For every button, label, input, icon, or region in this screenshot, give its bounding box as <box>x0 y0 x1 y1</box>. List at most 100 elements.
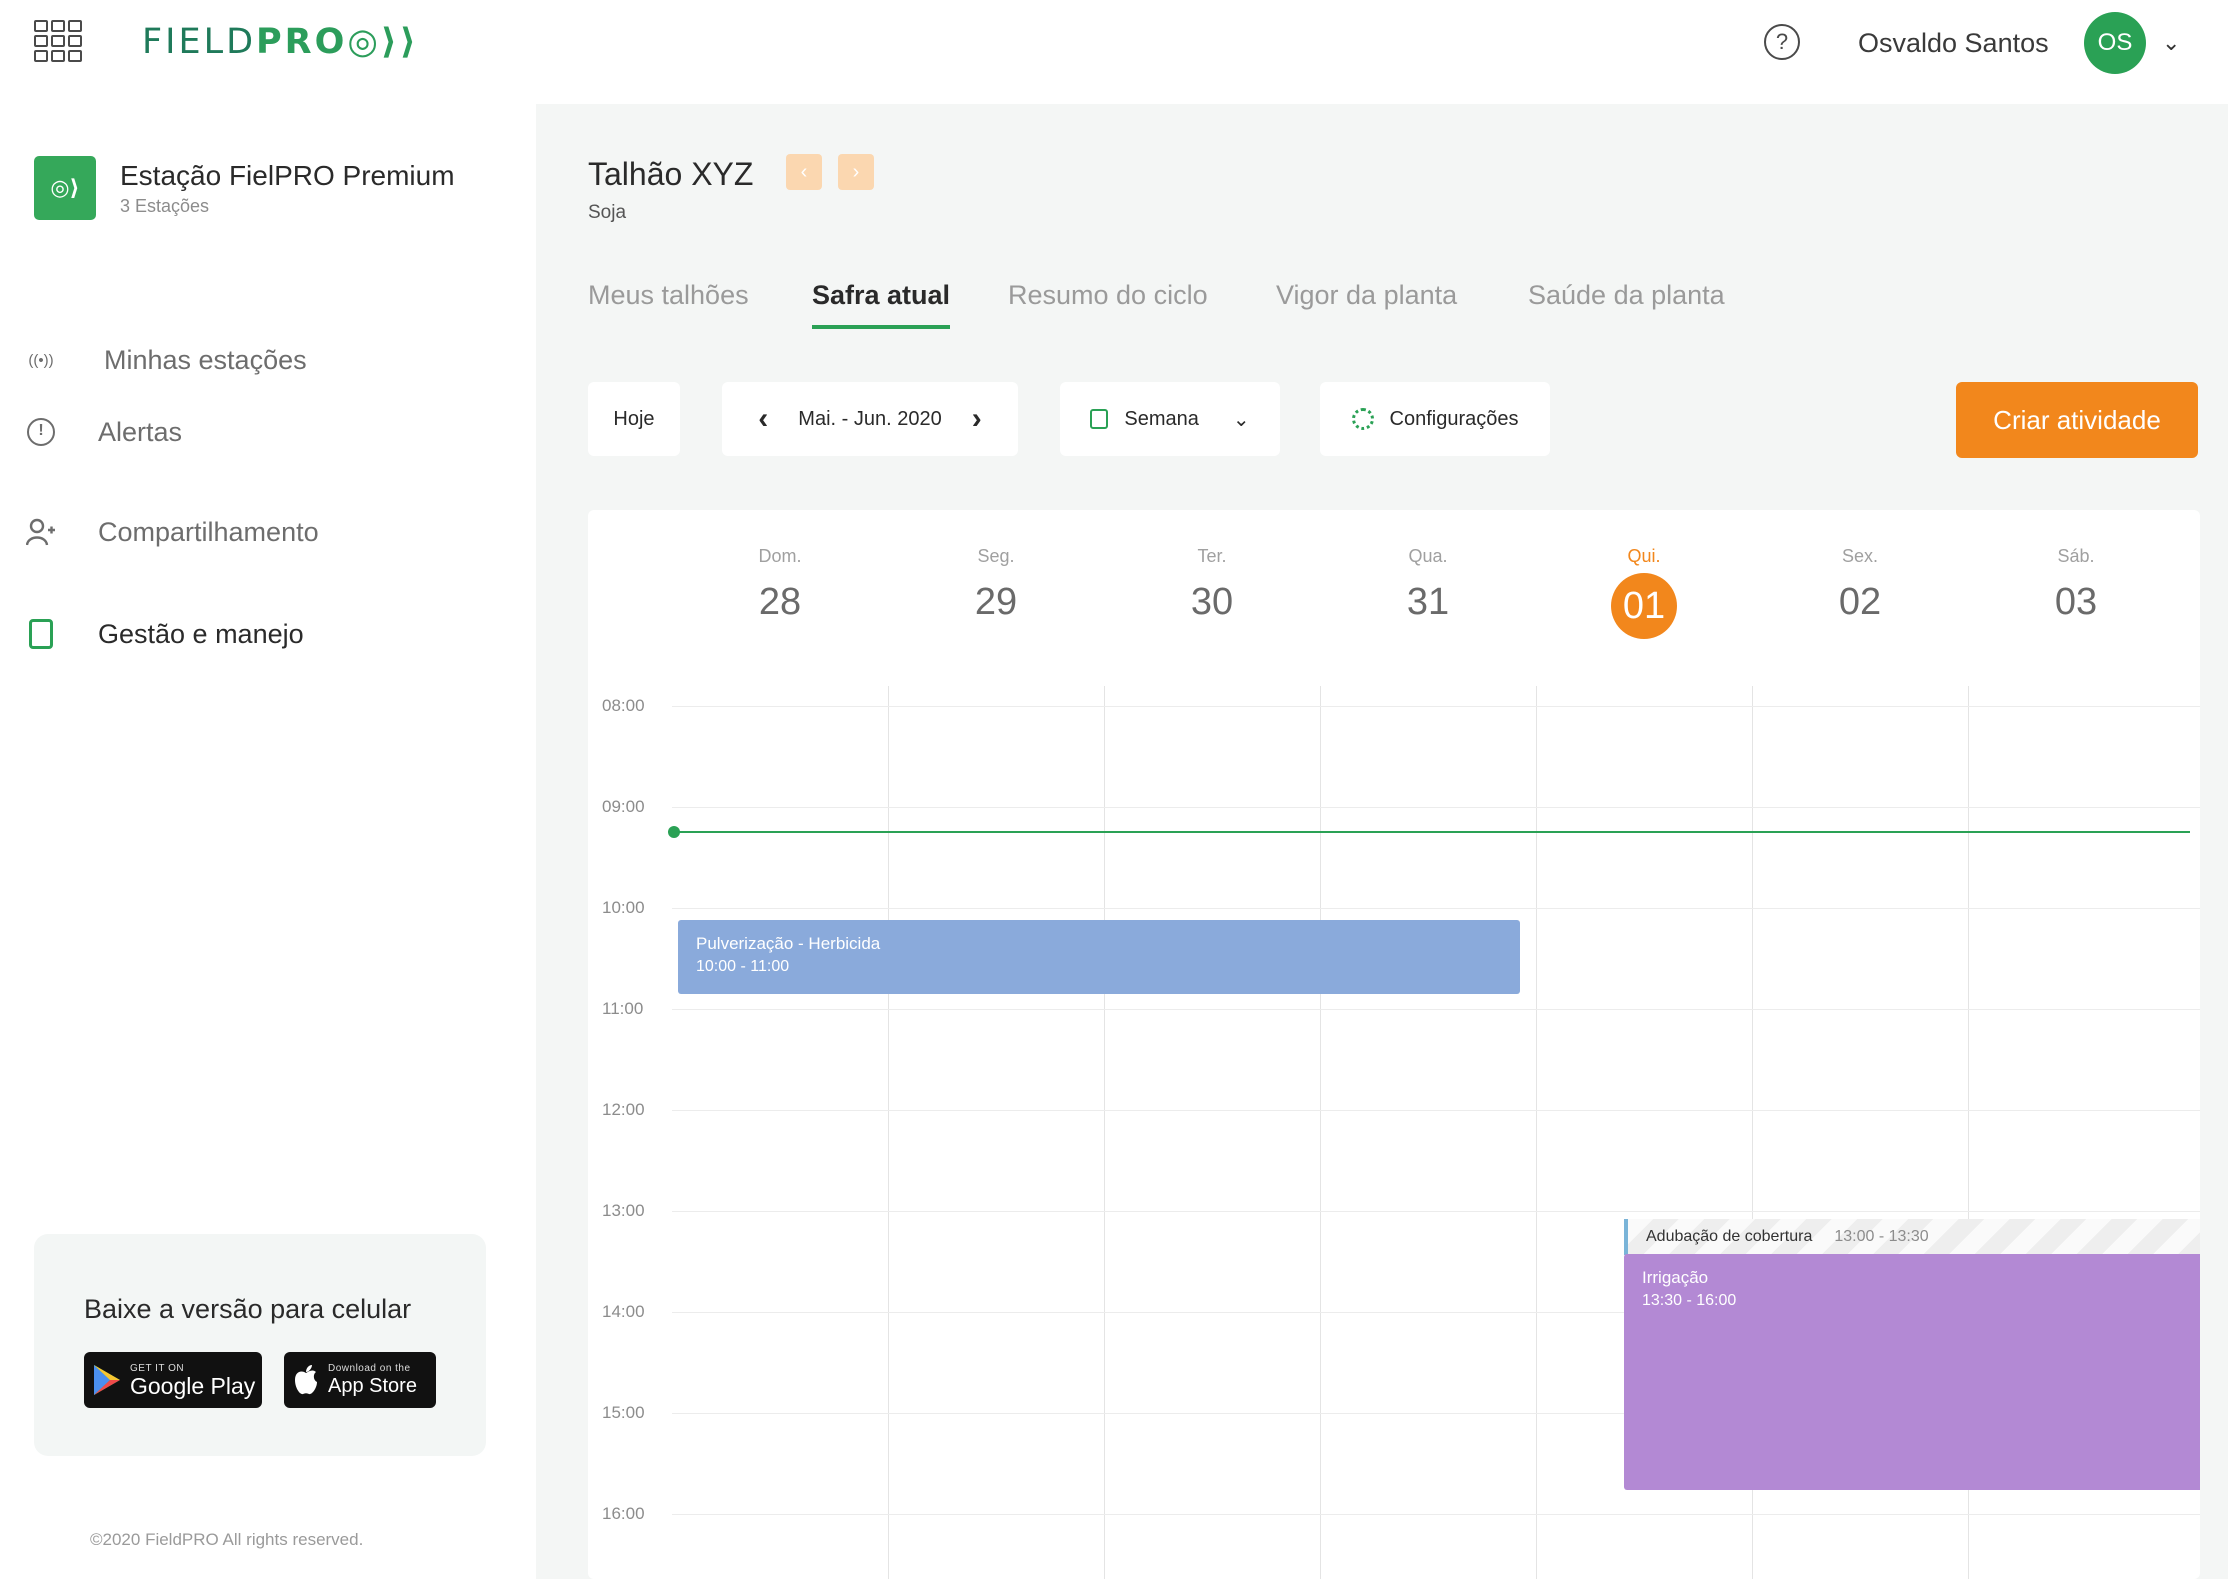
tab-vigor-da-planta[interactable]: Vigor da planta <box>1276 280 1457 325</box>
chevron-down-icon: ⌄ <box>1232 408 1250 431</box>
sidebar-item-minhas-estacoes[interactable]: ((•)) Minhas estações <box>22 338 307 382</box>
sidebar-item-gestao-e-manejo[interactable]: Gestão e manejo <box>22 612 304 656</box>
next-field-button[interactable]: › <box>838 154 874 190</box>
day-column-divider <box>1536 686 1537 1579</box>
date-range-navigator: ‹ Mai. - Jun. 2020 › <box>722 382 1018 456</box>
day-header-29[interactable]: Seg. 29 <box>888 546 1104 624</box>
prev-field-button[interactable]: ‹ <box>786 154 822 190</box>
sidebar-item-label: Compartilhamento <box>98 516 319 547</box>
view-select-label: Semana <box>1124 407 1199 430</box>
avatar[interactable]: OS <box>2084 12 2146 74</box>
user-name[interactable]: Osvaldo Santos <box>1858 28 2049 59</box>
top-bar: FIELDPRO◎⟩⟩ ? Osvaldo Santos OS ⌄ <box>0 0 2228 104</box>
tab-resumo-do-ciclo[interactable]: Resumo do ciclo <box>1008 280 1208 325</box>
day-header-28[interactable]: Dom. 28 <box>672 546 888 624</box>
day-number: 29 <box>974 581 1018 623</box>
create-activity-button[interactable]: Criar atividade <box>1956 382 2198 458</box>
chevron-down-icon[interactable]: ⌄ <box>2162 30 2180 56</box>
event-title: Irrigação <box>1642 1267 1709 1287</box>
day-header-02[interactable]: Sex. 02 <box>1752 546 1968 624</box>
calendar-event-adubacao[interactable]: Adubação de cobertura 13:00 - 13:30 <box>1624 1219 2200 1255</box>
apple-icon <box>295 1365 317 1395</box>
day-number: 28 <box>758 581 802 623</box>
antenna-icon: ((•)) <box>28 351 54 369</box>
day-number: 30 <box>1190 581 1234 623</box>
hour-label: 10:00 <box>602 898 645 917</box>
hour-gridline <box>672 908 2200 909</box>
day-header-30[interactable]: Ter. 30 <box>1104 546 1320 624</box>
day-header-01[interactable]: Qui. 01 <box>1536 546 1752 639</box>
google-play-button[interactable]: GET IT ON Google Play <box>84 1352 262 1408</box>
date-range-label: Mai. - Jun. 2020 <box>798 407 942 430</box>
hour-gridline <box>672 807 2200 808</box>
day-number: 02 <box>1838 581 1882 623</box>
hour-gridline <box>672 1110 2200 1111</box>
day-name: Qui. <box>1627 546 1661 566</box>
alert-icon: ! <box>22 417 60 447</box>
day-header-03[interactable]: Sáb. 03 <box>1968 546 2184 624</box>
crop-label: Soja <box>588 202 627 223</box>
today-button[interactable]: Hoje <box>588 382 680 456</box>
tab-saude-da-planta[interactable]: Saúde da planta <box>1528 280 1725 325</box>
sidebar-item-compartilhamento[interactable]: Compartilhamento <box>22 510 319 554</box>
current-time-line <box>674 831 2190 834</box>
sidebar-item-label: Minhas estações <box>104 344 307 375</box>
app-store-button[interactable]: Download on the App Store <box>284 1352 436 1408</box>
day-number: 03 <box>2054 581 2098 623</box>
hour-gridline <box>672 706 2200 707</box>
day-name: Ter. <box>1197 546 1227 566</box>
hour-label: 11:00 <box>602 999 644 1018</box>
app-card-title: Baixe a versão para celular <box>84 1294 412 1324</box>
day-column-divider <box>1104 686 1105 1579</box>
app-grid-icon[interactable] <box>34 20 84 66</box>
clipboard-icon <box>22 619 60 649</box>
calendar-event-pulverizacao[interactable]: Pulverização - Herbicida 10:00 - 11:00 <box>678 920 1520 994</box>
hour-label: 12:00 <box>602 1100 645 1119</box>
event-title: Adubação de cobertura <box>1646 1228 1813 1245</box>
station-logo-icon: ◎⟩ <box>34 156 96 220</box>
settings-button[interactable]: Configurações <box>1320 382 1550 456</box>
page-title: Talhão XYZ <box>588 156 754 192</box>
copyright: ©2020 FieldPRO All rights reserved. <box>90 1530 364 1549</box>
hour-label: 13:00 <box>602 1201 645 1220</box>
hour-gridline <box>672 1514 2200 1515</box>
gear-icon <box>1351 408 1374 430</box>
calendar-event-irrigacao[interactable]: Irrigação 13:30 - 16:00 <box>1624 1253 2200 1490</box>
mobile-app-card: Baixe a versão para celular GET IT ON Go… <box>34 1234 486 1456</box>
sidebar-item-label: Alertas <box>98 416 183 447</box>
day-number: 01 <box>1611 573 1677 639</box>
tab-safra-atual[interactable]: Safra atual <box>812 280 951 329</box>
hour-label: 08:00 <box>602 696 645 715</box>
sidebar-item-label: Gestão e manejo <box>98 618 304 649</box>
help-icon[interactable]: ? <box>1764 24 1800 60</box>
calendar-icon <box>1090 409 1109 429</box>
day-header-31[interactable]: Qua. 31 <box>1320 546 1536 624</box>
hour-label: 15:00 <box>602 1403 645 1422</box>
event-time: 10:00 - 11:00 <box>696 958 790 975</box>
station-count: 3 Estações <box>120 196 210 216</box>
next-week-button[interactable]: › <box>972 402 982 436</box>
hour-label: 09:00 <box>602 797 645 816</box>
week-calendar: Dom. 28 Seg. 29 Ter. 30 Qua. 31 Qui. 01 Sex. 02 Sáb.… <box>588 510 2200 1579</box>
station-name[interactable]: Estação FielPRO Premium <box>120 160 455 192</box>
prev-week-button[interactable]: ‹ <box>758 402 768 436</box>
event-time: 13:00 - 13:30 <box>1834 1228 1929 1245</box>
day-column-divider <box>888 686 889 1579</box>
tab-meus-talhoes[interactable]: Meus talhões <box>588 280 749 325</box>
settings-label: Configurações <box>1389 407 1519 430</box>
day-name: Seg. <box>977 546 1015 566</box>
day-name: Sex. <box>1841 546 1879 566</box>
fieldpro-logo[interactable]: FIELDPRO◎⟩⟩ <box>142 22 419 62</box>
event-title: Pulverização - Herbicida <box>696 934 881 953</box>
sidebar-item-alertas[interactable]: ! Alertas <box>22 410 182 454</box>
day-name: Qua. <box>1408 546 1448 566</box>
event-time: 13:30 - 16:00 <box>1642 1291 1737 1309</box>
day-name: Dom. <box>758 546 802 566</box>
day-name: Sáb. <box>2057 546 2095 566</box>
hour-gridline <box>672 1009 2200 1010</box>
day-number: 31 <box>1406 581 1450 623</box>
view-select[interactable]: Semana ⌄ <box>1060 382 1280 456</box>
hour-label: 16:00 <box>602 1504 645 1523</box>
google-play-icon <box>94 1365 120 1395</box>
hour-gridline <box>672 1211 2200 1212</box>
